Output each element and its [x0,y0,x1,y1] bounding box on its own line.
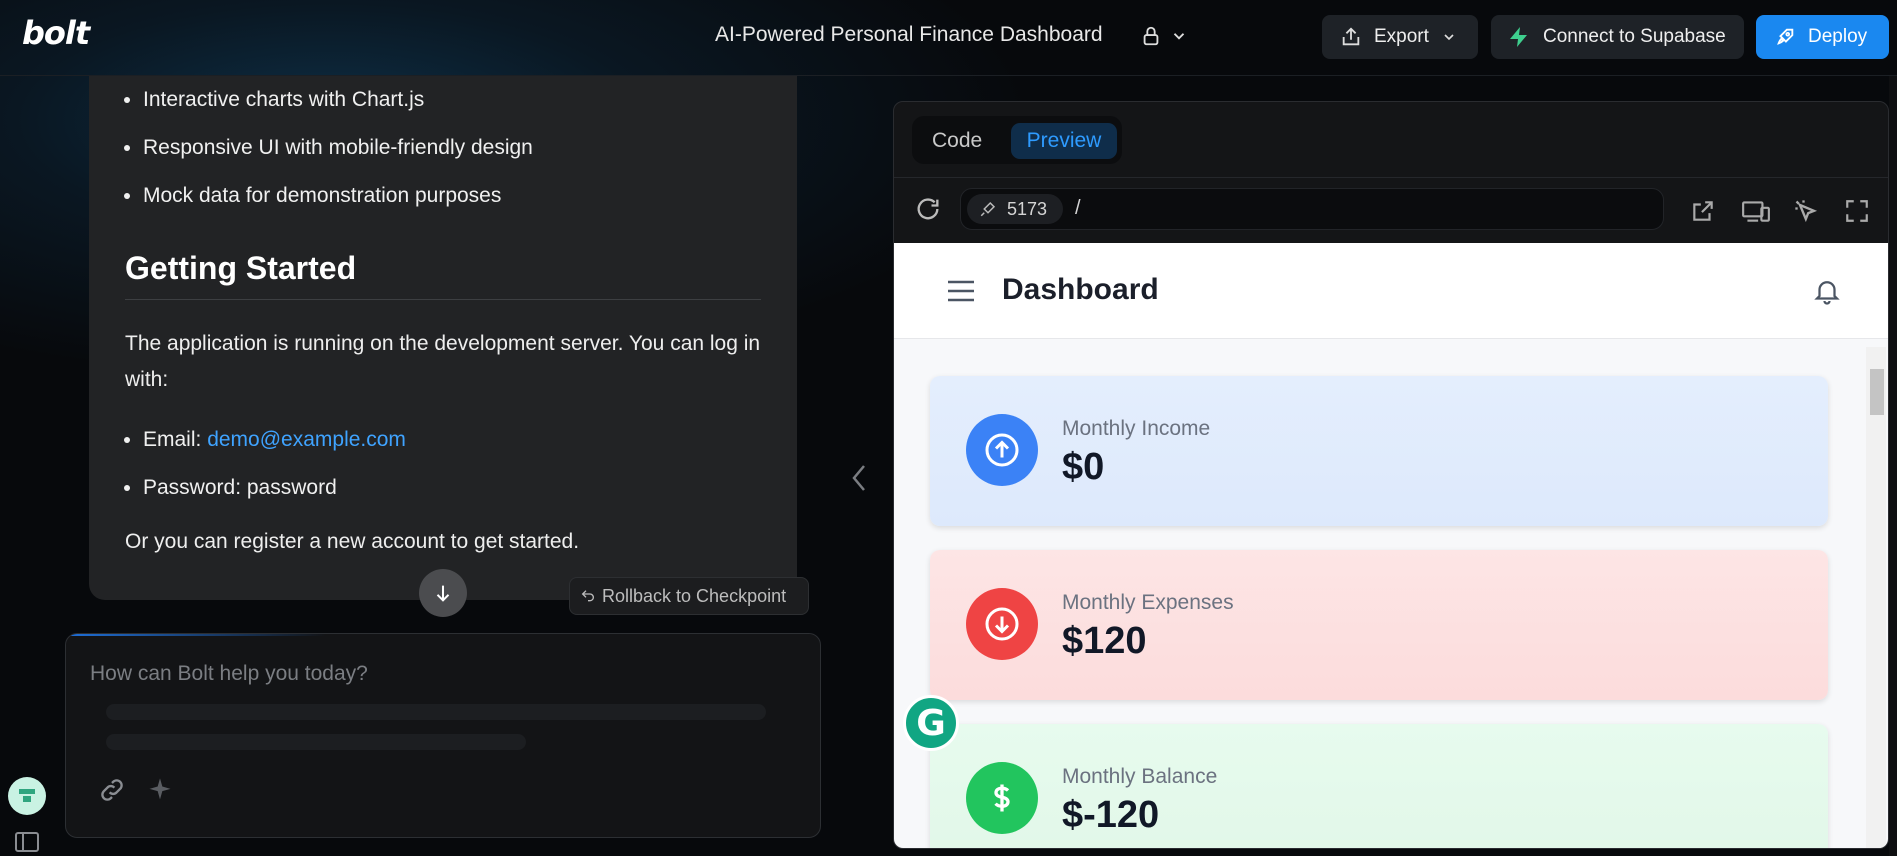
supabase-label: Connect to Supabase [1543,26,1726,47]
app-scrollbar[interactable] [1866,347,1886,848]
card-value: $-120 [1062,794,1160,836]
card-label: Monthly Balance [1062,765,1218,788]
deploy-button[interactable]: Deploy [1756,15,1889,59]
avatar[interactable] [8,777,46,815]
rollback-label: Rollback to Checkpoint [602,585,787,606]
scroll-to-bottom-button[interactable] [419,569,467,617]
expenses-card: Monthly Expenses $120 [930,550,1828,700]
view-switcher: Code Preview [912,116,1122,164]
export-label: Export [1374,26,1429,47]
arrow-up-circle-icon [966,414,1038,486]
list-item: Email: demo@example.com [143,416,406,464]
workbench-panel: Code Preview 5173 / Dashboard Monthly In… [893,101,1889,849]
email-link[interactable]: demo@example.com [207,428,406,451]
user-icon [19,789,35,802]
export-button[interactable]: Export [1322,15,1478,59]
card-value: $0 [1062,446,1105,488]
url-path[interactable]: / [1075,197,1081,220]
undo-icon [581,590,594,602]
rollback-button[interactable]: Rollback to Checkpoint [569,577,809,615]
prompt-placeholder: How can Bolt help you today? [90,662,368,685]
list-item: Responsive UI with mobile-friendly desig… [143,124,533,172]
project-title[interactable]: AI-Powered Personal Finance Dashboard [715,23,1103,47]
inspect-icon[interactable] [1793,198,1821,226]
card-label: Monthly Income [1062,417,1211,440]
reload-icon[interactable] [914,195,942,223]
balance-card: Monthly Balance $-120 [930,724,1828,848]
bell-icon[interactable] [1812,275,1842,307]
tab-preview[interactable]: Preview [1011,123,1117,159]
rocket-icon [1777,28,1794,45]
grammarly-icon[interactable]: G [903,695,959,751]
list-item: Interactive charts with Chart.js [143,76,533,124]
getting-started-heading: Getting Started [125,250,357,286]
fullscreen-icon[interactable] [1844,198,1870,224]
divider [894,177,1888,178]
plug-icon [980,201,996,217]
menu-icon[interactable] [946,279,976,303]
link-icon[interactable] [98,776,126,804]
card-label: Monthly Expenses [1062,591,1234,614]
tab-code[interactable]: Code [932,126,982,156]
page-title: Dashboard [1002,273,1159,306]
app-header: Dashboard [894,243,1888,339]
open-external-icon[interactable] [1690,198,1716,224]
address-bar[interactable]: 5173 / [960,188,1664,230]
page-scrollbar[interactable] [1889,76,1897,856]
arrow-down-icon [436,585,450,602]
list-item: Mock data for demonstration purposes [143,172,533,220]
supabase-icon [1510,27,1527,47]
chevron-down-icon[interactable] [1170,27,1188,45]
sidebar-toggle-icon[interactable] [15,831,39,853]
device-toggle-icon[interactable] [1741,198,1771,224]
email-label: Email: [143,428,208,451]
card-value: $120 [1062,620,1147,662]
chevron-left-icon[interactable] [850,462,870,494]
divider [125,299,761,300]
top-bar: bolt AI-Powered Personal Finance Dashboa… [0,0,1897,76]
app-preview: Dashboard Monthly Income $0 Monthly Expe… [894,243,1888,848]
scrollbar-thumb[interactable] [1870,369,1884,415]
prompt-input[interactable]: How can Bolt help you today? [65,633,821,838]
sparkle-icon[interactable] [146,776,174,804]
credentials-list: Email: demo@example.com Password: passwo… [143,416,406,512]
instructions-paragraph: The application is running on the develo… [125,332,761,391]
list-item: Password: password [143,464,406,512]
port-number: 5173 [1007,198,1048,219]
dollar-icon [966,762,1038,834]
blurred-text [106,734,526,750]
port-selector[interactable]: 5173 [967,194,1063,224]
chevron-down-icon [1444,34,1454,41]
income-card: Monthly Income $0 [930,376,1828,526]
feature-list: Interactive charts with Chart.js Respons… [143,76,533,220]
lock-icon[interactable] [1140,25,1162,47]
arrow-down-circle-icon [966,588,1038,660]
share-icon [1342,27,1360,46]
blurred-text [106,704,766,720]
bolt-logo[interactable]: bolt [22,14,90,52]
connect-supabase-button[interactable]: Connect to Supabase [1491,15,1744,59]
closing-text: Or you can register a new account to get… [125,530,580,553]
deploy-label: Deploy [1808,26,1868,47]
